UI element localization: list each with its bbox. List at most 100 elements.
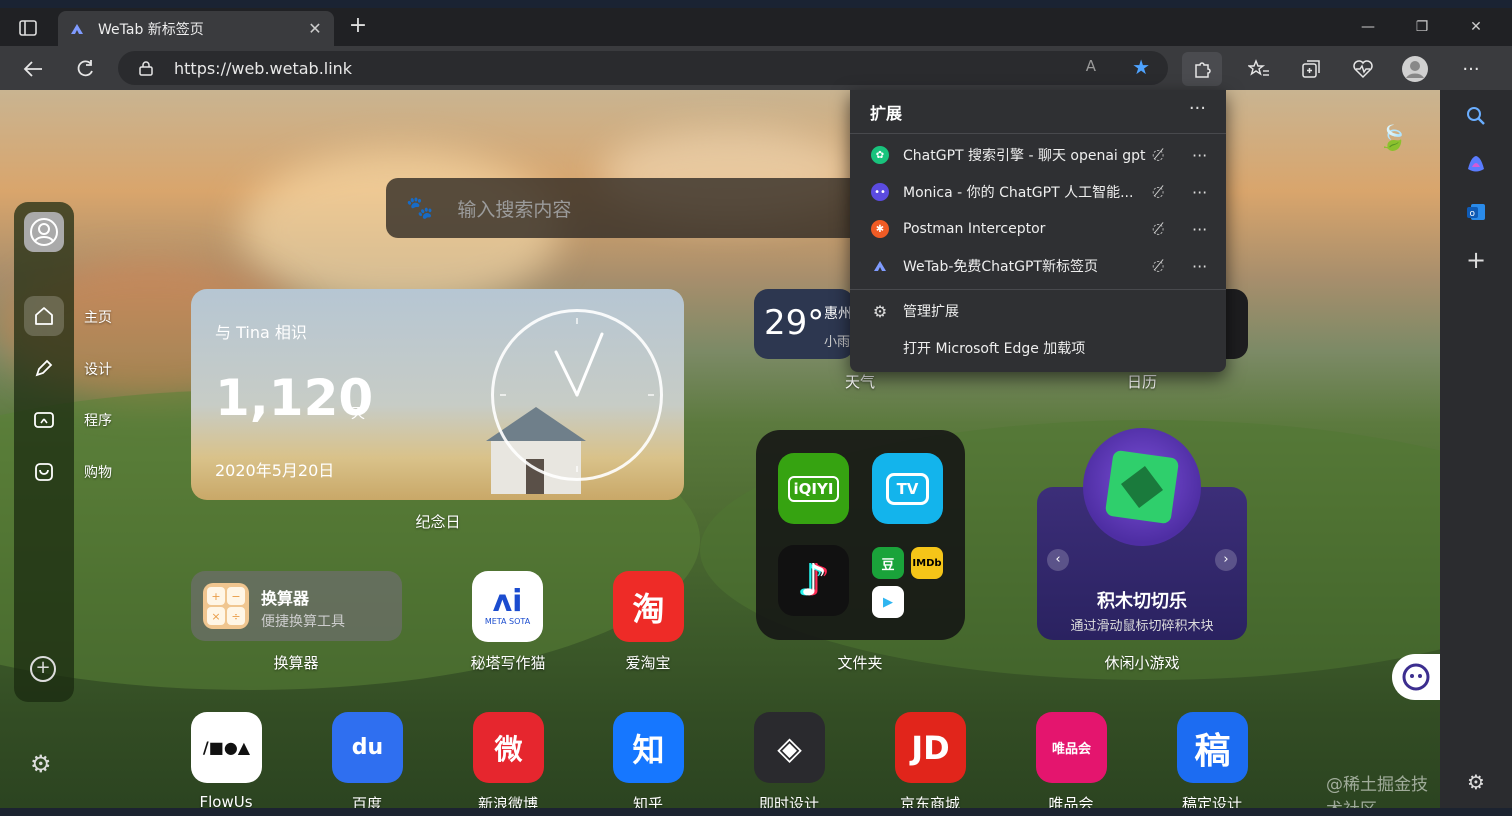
metasota-app[interactable]: ʌi META SOTA [472, 571, 543, 642]
add-category-button[interactable]: + [30, 656, 56, 682]
read-aloud-icon[interactable]: A [1086, 57, 1096, 75]
new-tab-button[interactable]: + [346, 14, 370, 38]
sidebar-label-program[interactable]: 程序 [84, 410, 112, 430]
open-edge-addons-item[interactable]: 打开 Microsoft Edge 加载项 [850, 330, 1226, 366]
ellipsis-icon[interactable]: ··· [1192, 146, 1207, 165]
search-icon[interactable] [1460, 100, 1492, 132]
game-prev-button[interactable]: ‹ [1047, 549, 1069, 571]
tab-wetab[interactable]: WeTab 新标签页 ✕ [58, 11, 334, 46]
sidebar-label-design[interactable]: 设计 [84, 359, 112, 379]
search-placeholder: 输入搜索内容 [457, 198, 572, 221]
sidebar-label-shopping[interactable]: 购物 [84, 462, 112, 482]
calc-key: × [207, 607, 225, 625]
bilibili-app[interactable]: TV [872, 453, 943, 524]
weather-temp: 29° [764, 303, 825, 343]
manage-extensions-item[interactable]: ⚙ 管理扩展 [850, 293, 1226, 329]
gaoding-icon: 稿 [1194, 730, 1231, 772]
tencent-video-app[interactable]: ▶ [872, 586, 904, 618]
outlook-icon[interactable]: o [1460, 196, 1492, 228]
close-window-button[interactable]: ✕ [1456, 14, 1496, 40]
sidebar-settings-icon[interactable]: ⚙ [1460, 766, 1492, 798]
monica-float-button[interactable] [1392, 654, 1440, 700]
sidebar-item-design[interactable] [24, 348, 64, 388]
gear-icon[interactable]: ⚙ [30, 750, 52, 778]
user-avatar[interactable] [24, 212, 64, 252]
hide-eye-icon[interactable]: ◌̸ [1152, 221, 1164, 237]
baidu-paw-icon[interactable]: 🐾 [406, 196, 433, 221]
douban-app[interactable]: 豆 [872, 547, 904, 579]
address-bar[interactable]: https://web.wetab.link A ★ [118, 51, 1168, 85]
anniversary-unit: 天 [351, 406, 365, 422]
hide-eye-icon[interactable]: ◌̸ [1152, 184, 1164, 200]
gaoding-app[interactable]: 稿 [1177, 712, 1248, 783]
ellipsis-icon[interactable]: ··· [1192, 220, 1207, 239]
tab-actions-button[interactable] [14, 16, 42, 40]
os-taskbar-strip [0, 0, 1512, 8]
divider [850, 289, 1226, 290]
game-cube-icon[interactable] [1083, 428, 1201, 546]
hide-eye-icon[interactable]: ◌̸ [1152, 147, 1164, 163]
anniversary-date: 2020年5月20日 [215, 461, 335, 480]
postman-icon: ✱ [871, 220, 889, 238]
iqiyi-app[interactable]: iQIYI [778, 453, 849, 524]
back-button[interactable] [18, 54, 48, 84]
collections-button[interactable] [1296, 54, 1326, 84]
weibo-icon: 微 [494, 732, 523, 766]
calculator-widget[interactable]: + − × ÷ 换算器 便捷换算工具 [191, 571, 402, 641]
jishi-design-app[interactable]: ◈ [754, 712, 825, 783]
favorites-button[interactable] [1244, 54, 1274, 84]
sidebar-item-shopping[interactable] [24, 452, 64, 492]
puzzle-icon: ⚙ [872, 301, 888, 321]
leaf-icon[interactable]: 🍃 [1378, 124, 1408, 152]
extension-name: Postman Interceptor [903, 221, 1046, 237]
tab-bar: WeTab 新标签页 ✕ + — ❐ ✕ [0, 8, 1512, 46]
extensions-more-icon[interactable]: ··· [1189, 98, 1206, 119]
favorite-star-icon[interactable]: ★ [1132, 55, 1150, 79]
settings-more-button[interactable]: ··· [1456, 54, 1486, 84]
favorites-list-icon [1248, 59, 1269, 76]
sidebar-label-home[interactable]: 主页 [84, 307, 112, 327]
refresh-button[interactable] [70, 54, 100, 84]
restore-button[interactable]: ❐ [1402, 14, 1442, 40]
tiktok-app[interactable]: ♪ [778, 545, 849, 616]
ellipsis-icon[interactable]: ··· [1192, 257, 1207, 276]
extension-item[interactable]: •• Monica - 你的 ChatGPT 人工智能... ◌̸ ··· [850, 174, 1226, 210]
copilot-icon[interactable] [1460, 148, 1492, 180]
extensions-button[interactable] [1182, 52, 1222, 86]
folder-label: 文件夹 [837, 654, 883, 672]
anniversary-widget[interactable]: 与 Tina 相识 1,120 天 2020年5月20日 [191, 289, 684, 500]
tab-close-icon[interactable]: ✕ [306, 19, 324, 38]
sidebar-item-home[interactable] [24, 296, 64, 336]
baidu-app[interactable]: du [332, 712, 403, 783]
game-next-button[interactable]: › [1215, 549, 1237, 571]
profile-button[interactable] [1400, 54, 1430, 84]
weather-widget[interactable]: 29° 惠州 小雨 [754, 289, 854, 359]
calculator-name: 换算器 [261, 589, 310, 608]
extension-item[interactable]: ✱ Postman Interceptor ◌̸ ··· [850, 211, 1226, 247]
jd-app[interactable]: JD [895, 712, 966, 783]
extensions-header: 扩展 [870, 104, 903, 123]
hide-eye-icon[interactable]: ◌̸ [1152, 258, 1164, 274]
aitaobao-app[interactable]: 淘 [613, 571, 684, 642]
browser-essentials-button[interactable] [1348, 54, 1378, 84]
zhihu-app[interactable]: 知 [613, 712, 684, 783]
divider [850, 133, 1226, 134]
imdb-app[interactable]: IMDb [911, 547, 943, 579]
game-label: 休闲小游戏 [1104, 654, 1180, 672]
sidebar-item-program[interactable] [24, 400, 64, 440]
minimize-button[interactable]: — [1348, 14, 1388, 40]
search-box[interactable]: 🐾 输入搜索内容 [386, 178, 906, 238]
calculator-label: 换算器 [273, 654, 319, 672]
extension-item[interactable]: WeTab-免费ChatGPT新标签页 ◌̸ ··· [850, 248, 1226, 284]
add-sidebar-app-icon[interactable]: + [1460, 244, 1492, 276]
flowus-app[interactable]: /■●▲ [191, 712, 262, 783]
vip-app[interactable]: 唯品会 [1036, 712, 1107, 783]
weibo-app[interactable]: 微 [473, 712, 544, 783]
ellipsis-icon: ··· [1462, 58, 1480, 80]
ellipsis-icon[interactable]: ··· [1192, 183, 1207, 202]
extension-name: Monica - 你的 ChatGPT 人工智能... [903, 185, 1134, 201]
weather-city: 惠州 [824, 306, 852, 322]
extension-item[interactable]: ✿ ChatGPT 搜索引擎 - 聊天 openai gpt ◌̸ ··· [850, 137, 1226, 173]
app-folder[interactable]: iQIYI TV ♪ 豆 IMDb ▶ [756, 430, 965, 640]
avatar-icon [1402, 56, 1428, 82]
